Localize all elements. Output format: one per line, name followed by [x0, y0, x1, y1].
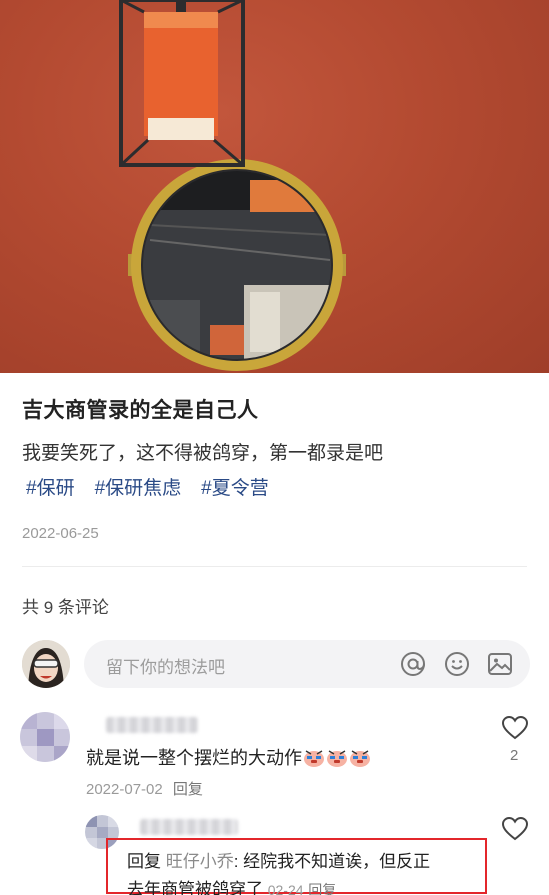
tag-link[interactable]: #保研焦虑: [95, 473, 182, 500]
post-image[interactable]: [0, 0, 549, 373]
crying-face-icon: [303, 747, 325, 772]
comment-meta: 2022-07-02 回复: [86, 778, 203, 799]
like-count: 2: [510, 747, 519, 764]
avatar[interactable]: [22, 640, 70, 688]
comment-input[interactable]: 留下你的想法吧: [84, 640, 530, 688]
avatar[interactable]: [20, 712, 70, 762]
crying-face-icon: [326, 747, 348, 772]
reply-date: 02-24: [267, 882, 304, 895]
post-text: 我要笑死了，这不得被鸽穿，第一都录是吧: [22, 443, 384, 464]
reply-target-user[interactable]: 旺仔小乔: [166, 852, 234, 871]
image-icon[interactable]: [487, 651, 513, 677]
post-date: 2022-06-25: [22, 525, 99, 542]
comment-input-placeholder: 留下你的想法吧: [106, 658, 225, 677]
emoji-icon[interactable]: [444, 651, 470, 677]
reply-button[interactable]: 回复: [308, 882, 336, 895]
crying-face-icon: [349, 747, 371, 772]
comment-author[interactable]: [106, 717, 198, 733]
post-title: 吉大商管录的全是自己人: [22, 399, 259, 422]
reply-button[interactable]: 回复: [173, 781, 203, 798]
reply-author[interactable]: [140, 819, 238, 835]
tag-list: #保研 #保研焦虑 #夏令营: [26, 473, 269, 500]
tag-link[interactable]: #夏令营: [201, 473, 269, 500]
reply-text: 回复 旺仔小乔: 经院我不知道诶，但反正: [127, 852, 431, 871]
divider: [22, 566, 527, 567]
like-icon[interactable]: [501, 816, 529, 841]
like-icon[interactable]: [501, 715, 529, 740]
comment-count: 共 9 条评论: [22, 598, 109, 617]
comment-date: 2022-07-02: [86, 781, 163, 798]
at-icon[interactable]: [400, 651, 426, 677]
reply-text: 去年商管被鸽穿了 02-24 回复: [127, 875, 336, 895]
comment-text: 就是说一整个摆烂的大动作: [86, 744, 371, 772]
tag-link[interactable]: #保研: [26, 473, 75, 500]
